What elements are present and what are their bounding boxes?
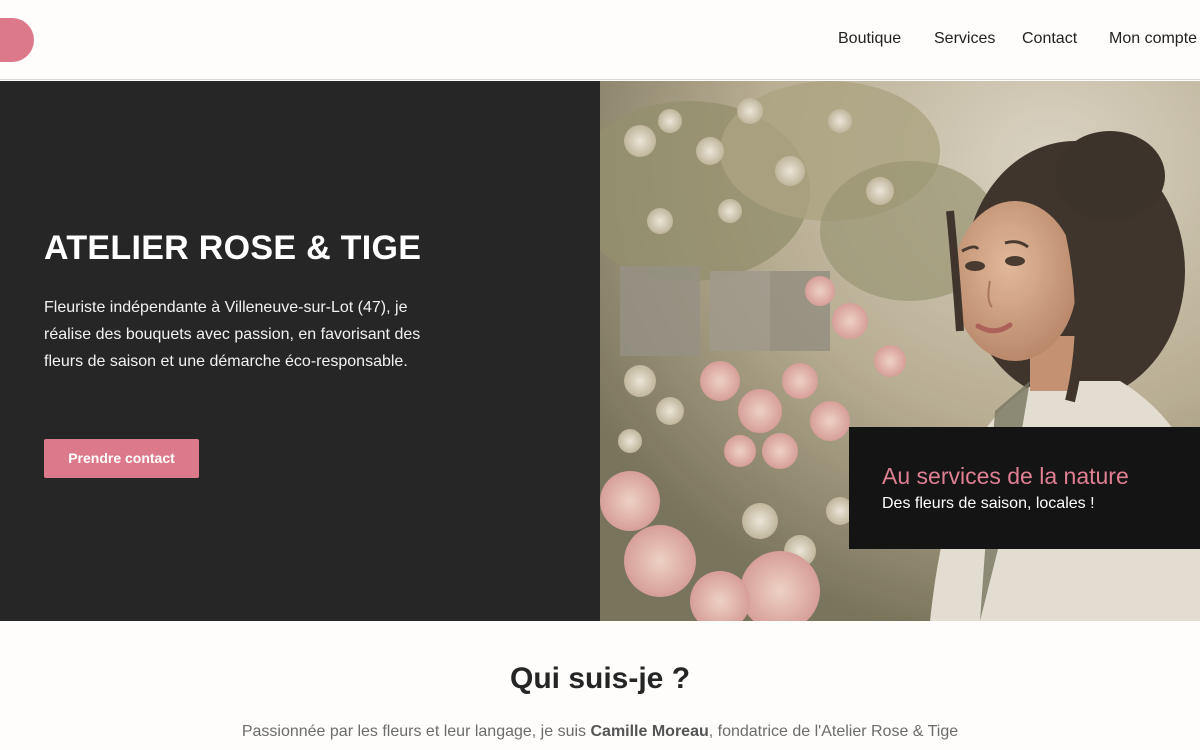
nav-link-services[interactable]: Services (934, 30, 995, 48)
about-heading: Qui suis-je ? (509, 662, 691, 695)
site-logo[interactable]: l (0, 18, 34, 62)
founder-name: Camille Moreau (590, 723, 709, 740)
contact-button[interactable]: Prendre contact (44, 439, 199, 478)
about-text-before: Passionnée par les fleurs et leur langag… (241, 723, 591, 740)
nature-highlight-card: Au services de la nature Des fleurs de s… (849, 427, 1200, 549)
nav-link-contact[interactable]: Contact (1022, 30, 1077, 48)
highlight-title: Au services de la nature (882, 463, 1129, 489)
nav-link-account[interactable]: Mon compte (1109, 30, 1197, 48)
hero-title: ATELIER ROSE & TIGE (44, 229, 422, 267)
site-header: l Boutique Services Contact Mon compte (0, 0, 1200, 80)
highlight-subtitle: Des fleurs de saison, locales ! (882, 495, 1095, 512)
nav-link-boutique[interactable]: Boutique (838, 30, 901, 48)
about-intro: Passionnée par les fleurs et leur langag… (0, 723, 1200, 741)
about-text-after: , fondatrice de l'Atelier Rose & Tige (708, 723, 959, 740)
hero-description: Fleuriste indépendante à Villeneuve-sur-… (44, 299, 421, 370)
